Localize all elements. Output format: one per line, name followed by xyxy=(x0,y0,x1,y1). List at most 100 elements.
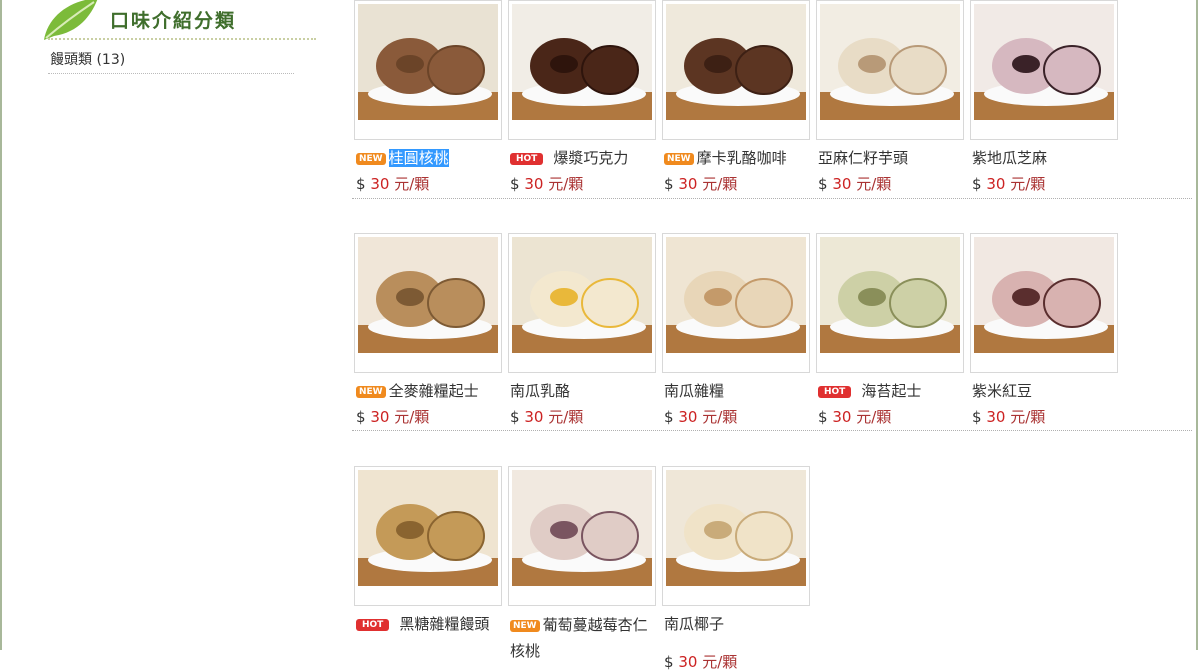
hot-badge: HOT xyxy=(510,153,544,165)
price-value: 30 xyxy=(370,408,390,426)
product-price: $ 30 元/顆 xyxy=(510,407,660,427)
product-name-line[interactable]: NEW 葡萄蔓越莓杏仁核桃 xyxy=(510,612,660,660)
product-name-line[interactable]: 南瓜乳酪 xyxy=(510,381,660,403)
product-image[interactable] xyxy=(974,237,1114,353)
price-value: 30 xyxy=(678,175,698,193)
product-image-frame[interactable] xyxy=(970,0,1118,140)
product-name-line[interactable]: HOT 爆漿巧克力 xyxy=(510,148,660,170)
product-name[interactable]: 南瓜雜糧 xyxy=(664,382,724,400)
bun-shape xyxy=(427,278,485,328)
category-link-mantou[interactable]: 饅頭類 (13) xyxy=(50,50,294,72)
bun-shape xyxy=(1043,45,1101,95)
price-value: 30 xyxy=(524,175,544,193)
product-image-frame[interactable] xyxy=(508,0,656,140)
bun-filling xyxy=(858,288,886,306)
price-unit: 元/顆 xyxy=(702,408,738,426)
product-name-line[interactable]: HOT 黑糖雜糧饅頭 xyxy=(356,614,506,636)
price-unit: 元/顆 xyxy=(702,653,738,671)
product-name[interactable]: 海苔起士 xyxy=(861,382,921,400)
price-symbol: $ xyxy=(664,653,674,671)
product-image[interactable] xyxy=(820,4,960,120)
right-border xyxy=(1196,0,1198,650)
new-badge: NEW xyxy=(356,153,386,165)
price-symbol: $ xyxy=(664,175,674,193)
product-image-frame[interactable] xyxy=(354,466,502,606)
product-name[interactable]: 桂圓核桃 xyxy=(388,149,449,167)
bun-shape xyxy=(1043,278,1101,328)
product-image[interactable] xyxy=(974,4,1114,120)
bun-shape xyxy=(427,511,485,561)
product-image-frame[interactable] xyxy=(816,233,964,373)
product-name-line[interactable]: NEW 桂圓核桃 xyxy=(356,148,506,170)
product-image-frame[interactable] xyxy=(662,466,810,606)
product-price: $ 30 元/顆 xyxy=(510,174,660,194)
product-name[interactable]: 摩卡乳酪咖啡 xyxy=(697,149,787,167)
product-image[interactable] xyxy=(512,4,652,120)
product-name-line[interactable]: 亞麻仁籽芋頭 xyxy=(818,148,968,170)
product-name-line[interactable]: 紫地瓜芝麻 xyxy=(972,148,1122,170)
product-image[interactable] xyxy=(358,4,498,120)
price-value: 30 xyxy=(832,175,852,193)
price-symbol: $ xyxy=(510,175,520,193)
price-unit: 元/顆 xyxy=(548,408,584,426)
product-image[interactable] xyxy=(358,237,498,353)
price-value: 30 xyxy=(678,653,698,671)
product-name[interactable]: 爆漿巧克力 xyxy=(553,149,628,167)
price-symbol: $ xyxy=(818,408,828,426)
product-image-frame[interactable] xyxy=(970,233,1118,373)
product-price: $ 30 元/顆 xyxy=(818,174,968,194)
product-image-frame[interactable] xyxy=(816,0,964,140)
product-price: $ 30 元/顆 xyxy=(664,174,814,194)
product-image[interactable] xyxy=(666,470,806,586)
hot-badge: HOT xyxy=(356,619,390,631)
product-image-frame[interactable] xyxy=(508,466,656,606)
price-unit: 元/顆 xyxy=(394,175,430,193)
price-value: 30 xyxy=(986,175,1006,193)
price-symbol: $ xyxy=(972,408,982,426)
product-name[interactable]: 紫米紅豆 xyxy=(972,382,1032,400)
product-image[interactable] xyxy=(512,470,652,586)
product-image[interactable] xyxy=(820,237,960,353)
bun-filling xyxy=(550,55,578,73)
product-name[interactable]: 亞麻仁籽芋頭 xyxy=(818,149,908,167)
bun-shape xyxy=(581,278,639,328)
bun-filling xyxy=(396,521,424,539)
product-image[interactable] xyxy=(666,4,806,120)
product-image-frame[interactable] xyxy=(508,233,656,373)
product-name[interactable]: 南瓜椰子 xyxy=(664,615,724,633)
price-value: 30 xyxy=(370,175,390,193)
bun-shape xyxy=(735,45,793,95)
price-value: 30 xyxy=(678,408,698,426)
product-name-line[interactable]: 南瓜雜糧 xyxy=(664,381,814,403)
product-name[interactable]: 紫地瓜芝麻 xyxy=(972,149,1047,167)
left-border xyxy=(0,0,2,650)
price-unit: 元/顆 xyxy=(1010,175,1046,193)
price-unit: 元/顆 xyxy=(1010,408,1046,426)
product-image[interactable] xyxy=(666,237,806,353)
product-image-frame[interactable] xyxy=(662,0,810,140)
product-name-line[interactable]: NEW 全麥雜糧起士 xyxy=(356,381,506,403)
product-image-frame[interactable] xyxy=(354,0,502,140)
product-image[interactable] xyxy=(358,470,498,586)
product-name-line[interactable]: 紫米紅豆 xyxy=(972,381,1122,403)
product-name[interactable]: 南瓜乳酪 xyxy=(510,382,570,400)
product-name-line[interactable]: NEW 摩卡乳酪咖啡 xyxy=(664,148,814,170)
product-image-frame[interactable] xyxy=(662,233,810,373)
product-image[interactable] xyxy=(512,237,652,353)
bun-shape xyxy=(581,511,639,561)
price-symbol: $ xyxy=(818,175,828,193)
sidebar-title: 口味介紹分類 xyxy=(110,10,237,32)
price-unit: 元/顆 xyxy=(548,175,584,193)
new-badge: NEW xyxy=(356,386,386,398)
product-name[interactable]: 全麥雜糧起士 xyxy=(389,382,479,400)
price-value: 30 xyxy=(832,408,852,426)
bun-shape xyxy=(581,45,639,95)
category-divider xyxy=(48,73,294,74)
product-image-frame[interactable] xyxy=(354,233,502,373)
product-name-line[interactable]: HOT 海苔起士 xyxy=(818,381,968,403)
product-name-line[interactable]: 南瓜椰子 xyxy=(664,614,814,636)
product-price: $ 30 元/顆 xyxy=(664,407,814,427)
new-badge: NEW xyxy=(664,153,694,165)
bun-filling xyxy=(550,288,578,306)
product-name[interactable]: 黑糖雜糧饅頭 xyxy=(399,615,489,633)
